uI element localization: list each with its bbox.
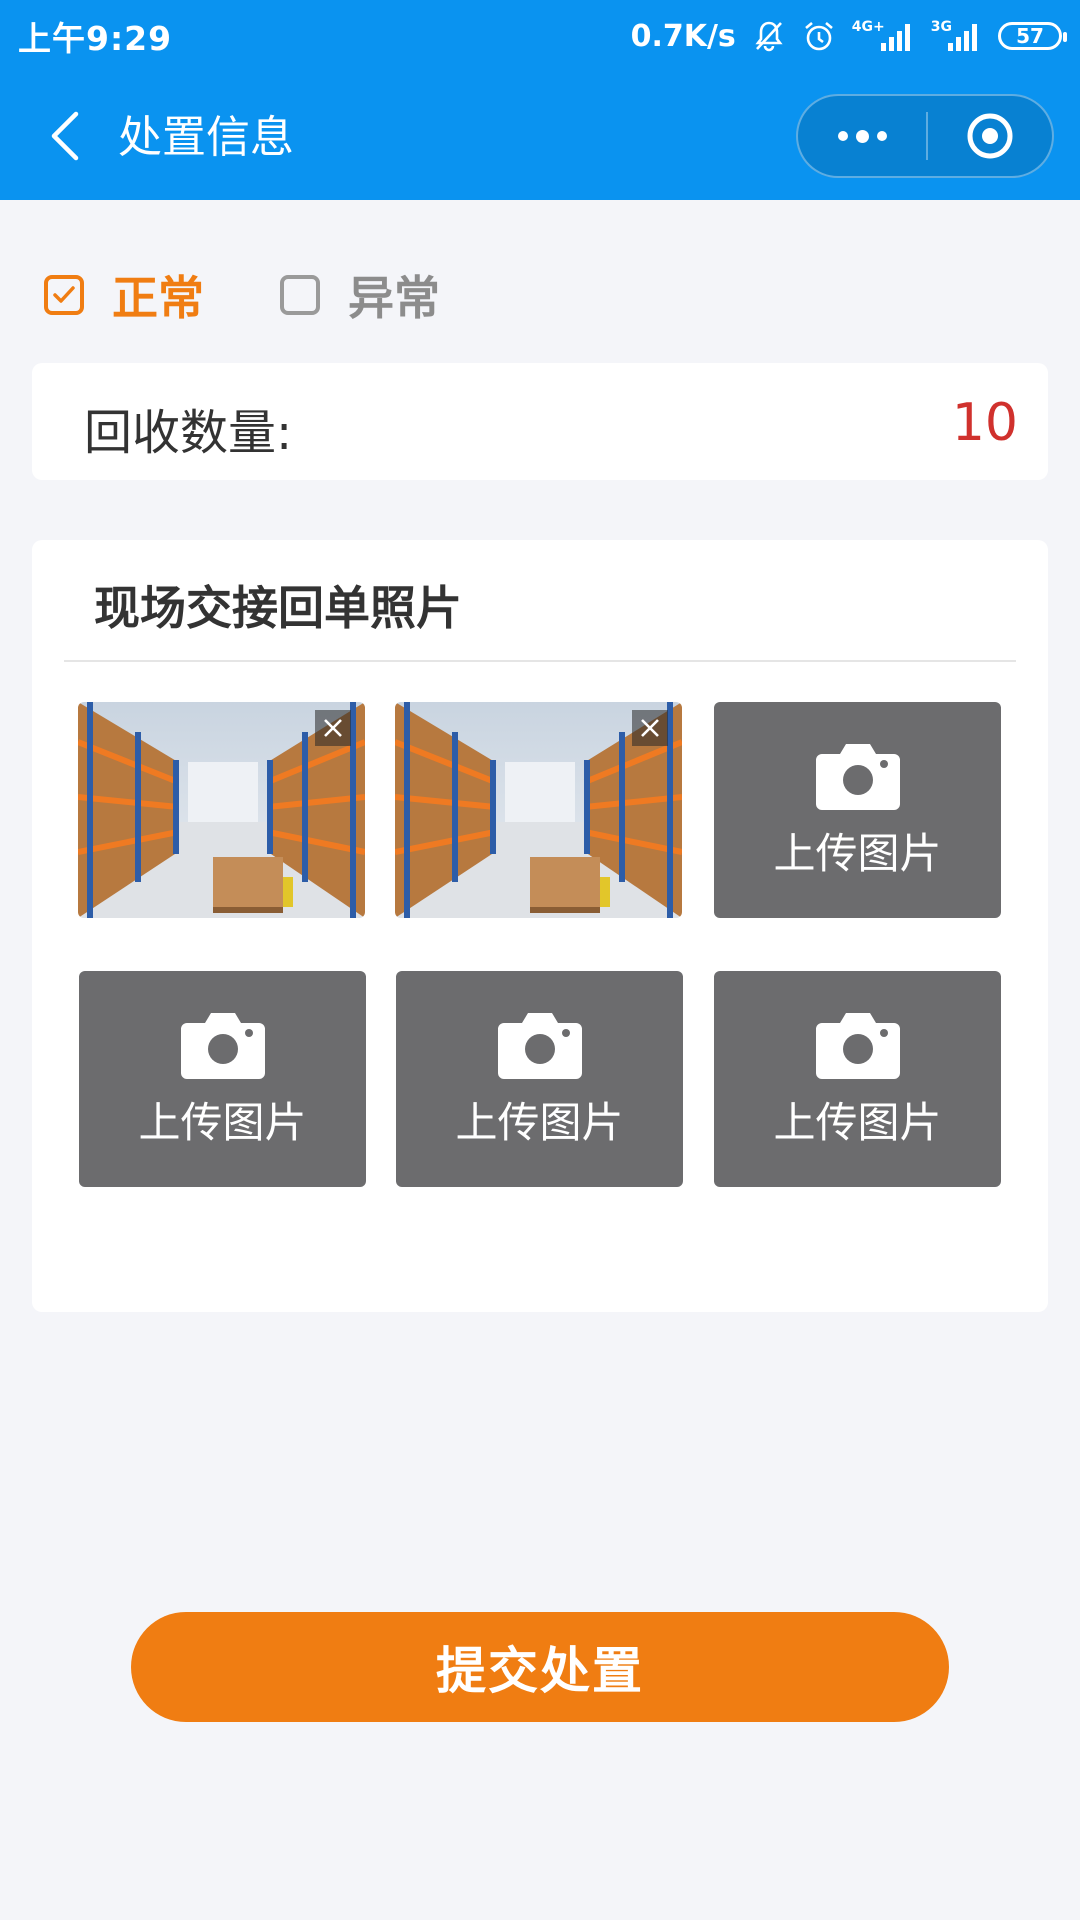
- delete-photo-button[interactable]: [315, 710, 351, 746]
- miniapp-capsule: [796, 94, 1054, 178]
- target-close-icon: [967, 113, 1013, 159]
- alarm-icon: [802, 19, 836, 53]
- status-indicators: 0.7K/s 4G+ 3G 57: [630, 18, 1067, 54]
- net-speed: 0.7K/s: [630, 18, 736, 54]
- battery-icon: 57: [998, 22, 1067, 50]
- signal-3g-icon: 3G: [931, 20, 982, 51]
- close-icon: [641, 719, 659, 737]
- status-options: 正常 异常: [44, 262, 516, 328]
- more-dots-icon: [837, 131, 848, 141]
- option-normal[interactable]: 正常: [44, 262, 204, 328]
- checkbox-checked-icon[interactable]: [44, 275, 84, 315]
- close-miniapp-button[interactable]: [928, 96, 1052, 176]
- status-time: 上午9:29: [18, 19, 173, 58]
- uploaded-photo-1[interactable]: [78, 702, 365, 918]
- status-bar: 上午9:29 0.7K/s 4G+ 3G 57: [0, 0, 1080, 72]
- upload-label: 上传图片: [773, 1097, 942, 1147]
- upload-photo-button[interactable]: 上传图片: [79, 971, 366, 1187]
- nav-bar: 处置信息: [0, 72, 1080, 200]
- upload-photo-button[interactable]: 上传图片: [714, 971, 1001, 1187]
- quantity-value: 10: [951, 393, 1018, 453]
- photo-section-title: 现场交接回单照片: [94, 581, 462, 635]
- upload-label: 上传图片: [138, 1097, 307, 1147]
- upload-label: 上传图片: [773, 828, 942, 878]
- option-abnormal[interactable]: 异常: [280, 262, 440, 328]
- submit-button[interactable]: 提交处置: [131, 1612, 949, 1722]
- battery-level: 57: [1016, 24, 1044, 48]
- mute-bell-icon: [752, 19, 786, 53]
- camera-icon: [180, 1012, 265, 1079]
- delete-photo-button[interactable]: [632, 710, 668, 746]
- option-abnormal-label: 异常: [348, 271, 440, 325]
- quantity-card: 回收数量: 10: [32, 363, 1048, 480]
- divider: [64, 660, 1016, 662]
- close-icon: [324, 719, 342, 737]
- quantity-label: 回收数量:: [84, 405, 293, 461]
- checkbox-unchecked-icon[interactable]: [280, 275, 320, 315]
- camera-icon: [815, 1012, 900, 1079]
- upload-photo-button[interactable]: 上传图片: [714, 702, 1001, 918]
- check-icon: [53, 286, 75, 303]
- upload-label: 上传图片: [455, 1097, 624, 1147]
- more-button[interactable]: [798, 96, 926, 176]
- camera-icon: [497, 1012, 582, 1079]
- upload-photo-button[interactable]: 上传图片: [396, 971, 683, 1187]
- chevron-left-icon: [51, 111, 79, 161]
- photo-card: 现场交接回单照片 上传图片 上传图片 上传图片 上传图片: [32, 540, 1048, 1312]
- page-title: 处置信息: [118, 112, 294, 163]
- uploaded-photo-2[interactable]: [395, 702, 682, 918]
- signal-4g-icon: 4G+: [852, 20, 915, 51]
- back-button[interactable]: [30, 100, 102, 172]
- camera-icon: [815, 743, 900, 810]
- option-normal-label: 正常: [112, 271, 204, 325]
